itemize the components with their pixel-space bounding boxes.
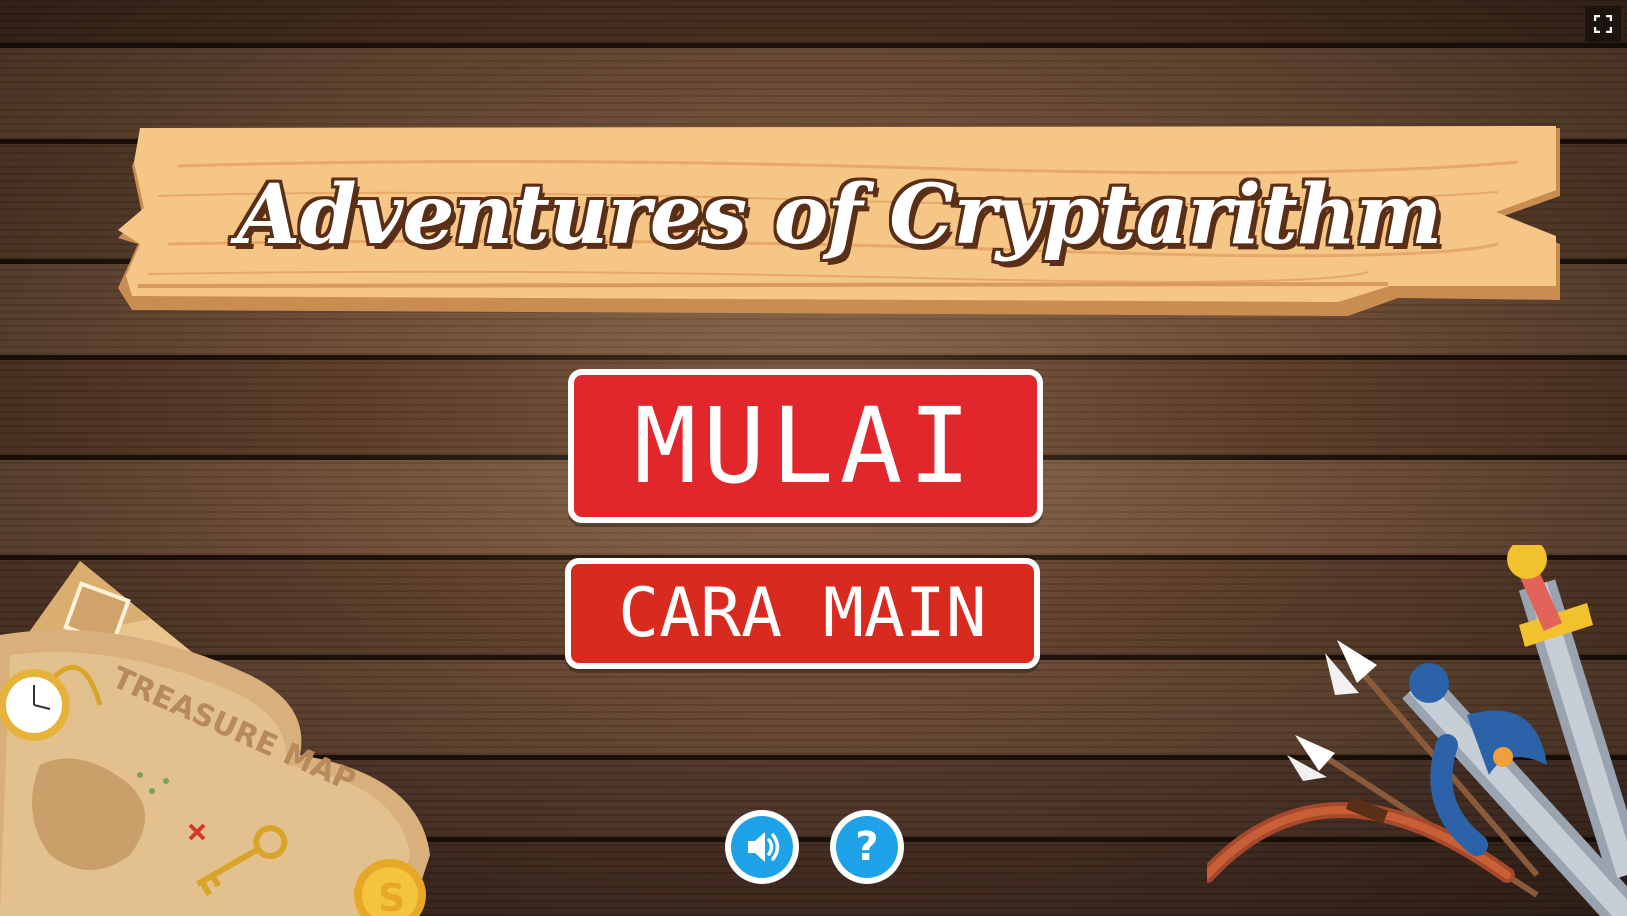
game-stage: Adventures of Cryptarithm MULAI CARA MAI… (0, 0, 1627, 916)
title-sign: Adventures of Cryptarithm (118, 126, 1560, 316)
speaker-icon (748, 832, 780, 862)
sword-and-bow-icon (1199, 539, 1627, 916)
fullscreen-icon (1594, 15, 1612, 33)
help-button[interactable]: ? (830, 810, 904, 884)
game-title: Adventures of Cryptarithm (236, 167, 1443, 263)
treasure-map-icon: TREASURE MAP S (0, 561, 430, 916)
wood-plank (0, 0, 1627, 48)
treasure-decoration: TREASURE MAP S (0, 555, 440, 916)
how-to-play-button[interactable]: CARA MAIN (565, 558, 1040, 669)
weapons-decoration (1199, 539, 1627, 916)
how-to-play-label: CARA MAIN (618, 574, 987, 653)
help-button-face: ? (836, 816, 898, 878)
start-button-label: MULAI (633, 385, 978, 507)
coin-symbol: S (378, 876, 405, 916)
sound-button-face (731, 816, 793, 878)
fullscreen-button[interactable] (1585, 6, 1621, 42)
sound-toggle-button[interactable] (725, 810, 799, 884)
start-button[interactable]: MULAI (568, 369, 1043, 523)
question-mark-icon: ? (855, 824, 879, 870)
